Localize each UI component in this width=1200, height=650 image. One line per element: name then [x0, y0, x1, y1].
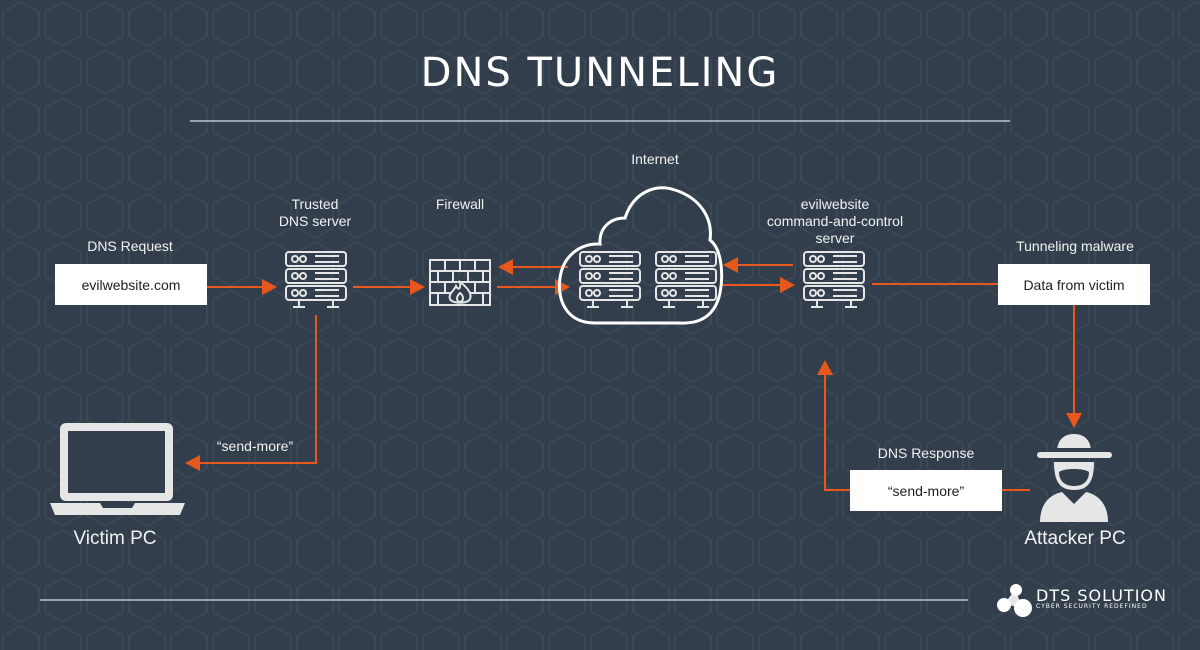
trusted-dns-label: Trusted DNS server: [255, 196, 375, 230]
tunneling-malware-label: Tunneling malware: [1016, 238, 1134, 254]
internet-server-icon: [655, 251, 717, 308]
internet-label: Internet: [631, 151, 679, 167]
arrowhead-up: [817, 360, 833, 375]
server-icon: [803, 251, 865, 308]
c2-server-label: evilwebsite command-and-control server: [745, 196, 925, 247]
dns-request-label: DNS Request: [87, 238, 173, 254]
c2-label-line1: evilwebsite: [800, 196, 870, 212]
connector-response-to-c2: [824, 375, 850, 491]
dns-tunneling-diagram: DNS TUNNELING DNS Request evilwebsite.co…: [0, 0, 1200, 650]
dns-response-label: DNS Response: [877, 445, 975, 461]
arrowhead-left: [723, 257, 738, 273]
firewall-icon: [429, 259, 491, 306]
arrowhead-right: [262, 279, 277, 295]
arrowhead-right: [410, 279, 425, 295]
c2-label-line3: server: [815, 230, 855, 246]
laptop-icon: [50, 423, 185, 515]
hacker-icon: [1037, 434, 1112, 522]
arrowhead-left: [185, 455, 200, 471]
arrowhead-left: [498, 259, 513, 275]
c2-label-line2: command-and-control: [766, 213, 904, 229]
attacker-pc-label: Attacker PC: [1024, 528, 1126, 549]
server-icon: [285, 251, 347, 308]
victim-send-more-text: “send-more”: [216, 438, 294, 454]
logo-tagline: CYBER SECURITY REDEFINED: [1036, 603, 1148, 610]
dns-response-box: “send-more”: [850, 470, 1002, 511]
dts-logo-icon: [997, 584, 1032, 617]
arrowhead-right: [780, 277, 795, 293]
data-from-victim-box: Data from victim: [998, 264, 1150, 305]
trusted-dns-label-line2: DNS server: [278, 213, 352, 229]
internet-server-icon: [579, 251, 641, 308]
footer-divider: [40, 599, 968, 601]
trusted-dns-label-line1: Trusted: [291, 196, 339, 212]
dns-request-box: evilwebsite.com: [55, 264, 207, 305]
arrowhead-down: [1066, 413, 1082, 428]
victim-pc-label: Victim PC: [73, 528, 157, 549]
firewall-label: Firewall: [435, 196, 485, 212]
